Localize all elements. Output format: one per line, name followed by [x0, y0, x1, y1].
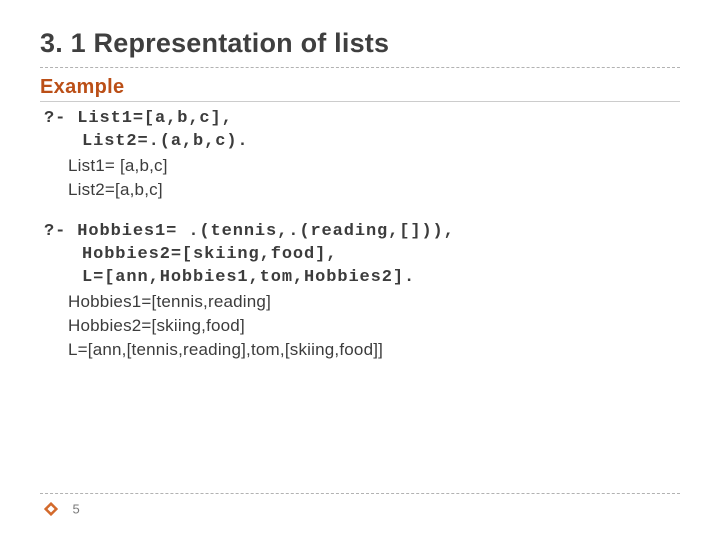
result-line: Hobbies1=[tennis,reading] — [44, 290, 680, 314]
result-line: L=[ann,[tennis,reading],tom,[skiing,food… — [44, 338, 680, 362]
result-line: List1= [a,b,c] — [44, 154, 680, 178]
example-block-1: ?- List1=[a,b,c], List2=.(a,b,c). List1=… — [44, 108, 680, 201]
bullet-icon — [44, 502, 58, 516]
page-number: 5 — [72, 501, 79, 516]
subheading-separator — [40, 101, 680, 102]
code-line: L=[ann,Hobbies1,tom,Hobbies2]. — [44, 267, 680, 290]
code-line: ?- Hobbies1= .(tennis,.(reading,[])), — [44, 221, 680, 244]
slide-title: 3. 1 Representation of lists — [40, 28, 680, 59]
slide: 3. 1 Representation of lists Example ?- … — [0, 0, 720, 540]
code-line: Hobbies2=[skiing,food], — [44, 244, 680, 267]
slide-footer: 5 — [40, 493, 680, 518]
example-heading: Example — [40, 76, 680, 99]
code-line: ?- List1=[a,b,c], — [44, 108, 680, 131]
footer-separator — [40, 493, 680, 494]
example-block-2: ?- Hobbies1= .(tennis,.(reading,[])), Ho… — [44, 221, 680, 361]
result-line: List2=[a,b,c] — [44, 178, 680, 202]
title-separator — [40, 67, 680, 68]
result-line: Hobbies2=[skiing,food] — [44, 314, 680, 338]
code-line: List2=.(a,b,c). — [44, 131, 680, 154]
